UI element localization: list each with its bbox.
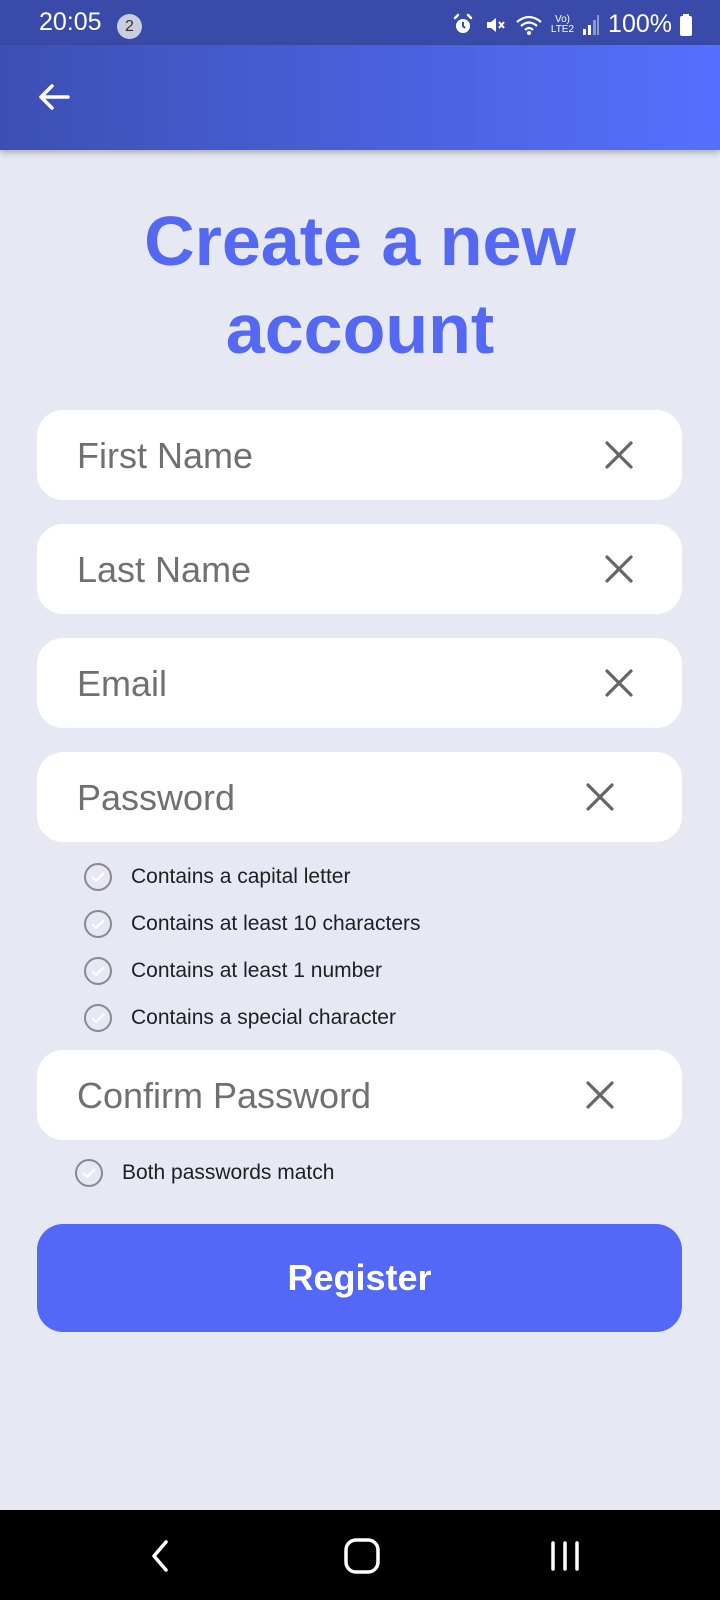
password-rule-item: Contains at least 1 number [83, 947, 421, 994]
page-title-line1: Create a new [144, 202, 576, 280]
notification-count-badge: 2 [117, 14, 142, 39]
status-time: 20:05 [39, 8, 102, 36]
password-rule-item: Contains a capital letter [83, 853, 421, 900]
nav-home-button[interactable] [340, 1534, 384, 1578]
password-rule-text: Contains a special character [131, 1005, 396, 1029]
first-name-field [37, 410, 682, 502]
mute-icon [486, 17, 505, 32]
wifi-icon [516, 15, 542, 35]
email-field [37, 638, 682, 730]
email-input[interactable] [75, 638, 559, 730]
first-name-input[interactable] [75, 410, 559, 502]
confirm-rule-item: Both passwords match [74, 1149, 334, 1196]
network-type-label: Vo) LTE2 [550, 13, 575, 35]
clear-last-name-icon[interactable] [604, 554, 634, 584]
battery-icon [680, 13, 692, 36]
check-circle-icon [84, 956, 112, 985]
page-title: Create a new account [0, 197, 720, 373]
password-rule-text: Contains at least 10 characters [131, 911, 421, 935]
check-circle-icon [84, 909, 112, 938]
recents-icon [551, 1541, 579, 1571]
status-bar: 20:05 2 Vo) LTE2 100% [0, 0, 720, 45]
nav-recents-button[interactable] [543, 1534, 587, 1578]
alarm-icon [453, 13, 473, 33]
password-rule-item: Contains at least 10 characters [83, 900, 421, 947]
confirm-rules-list: Both passwords match [74, 1149, 334, 1196]
clear-password-icon[interactable] [585, 782, 615, 812]
arrow-left-icon [39, 84, 70, 110]
home-square-icon [344, 1538, 380, 1574]
clear-confirm-password-icon[interactable] [585, 1080, 615, 1110]
check-circle-icon [84, 1003, 112, 1032]
page-title-line2: account [225, 290, 495, 368]
password-rule-text: Contains at least 1 number [131, 958, 382, 982]
status-icons: Vo) LTE2 100% [451, 10, 692, 39]
clear-first-name-icon[interactable] [604, 440, 634, 470]
password-field [37, 752, 682, 844]
last-name-field [37, 524, 682, 616]
confirm-password-input[interactable] [75, 1050, 559, 1142]
signal-icon [583, 14, 600, 35]
password-rule-text: Contains a capital letter [131, 864, 351, 888]
app-bar [0, 45, 720, 150]
system-nav-bar [0, 1510, 720, 1600]
last-name-input[interactable] [75, 524, 559, 616]
password-rule-item: Contains a special character [83, 994, 421, 1041]
check-circle-icon [84, 862, 112, 891]
register-button[interactable]: Register [37, 1224, 682, 1332]
nav-back-button[interactable] [139, 1534, 183, 1578]
check-circle-icon [75, 1158, 103, 1187]
confirm-password-field [37, 1050, 682, 1142]
password-rules-list: Contains a capital letter Contains at le… [83, 853, 421, 1041]
clear-email-icon[interactable] [604, 668, 634, 698]
password-input[interactable] [75, 752, 559, 844]
chevron-left-icon [152, 1540, 168, 1572]
back-button[interactable] [30, 73, 78, 121]
battery-percent: 100% [608, 10, 672, 38]
confirm-rule-text: Both passwords match [122, 1160, 335, 1184]
